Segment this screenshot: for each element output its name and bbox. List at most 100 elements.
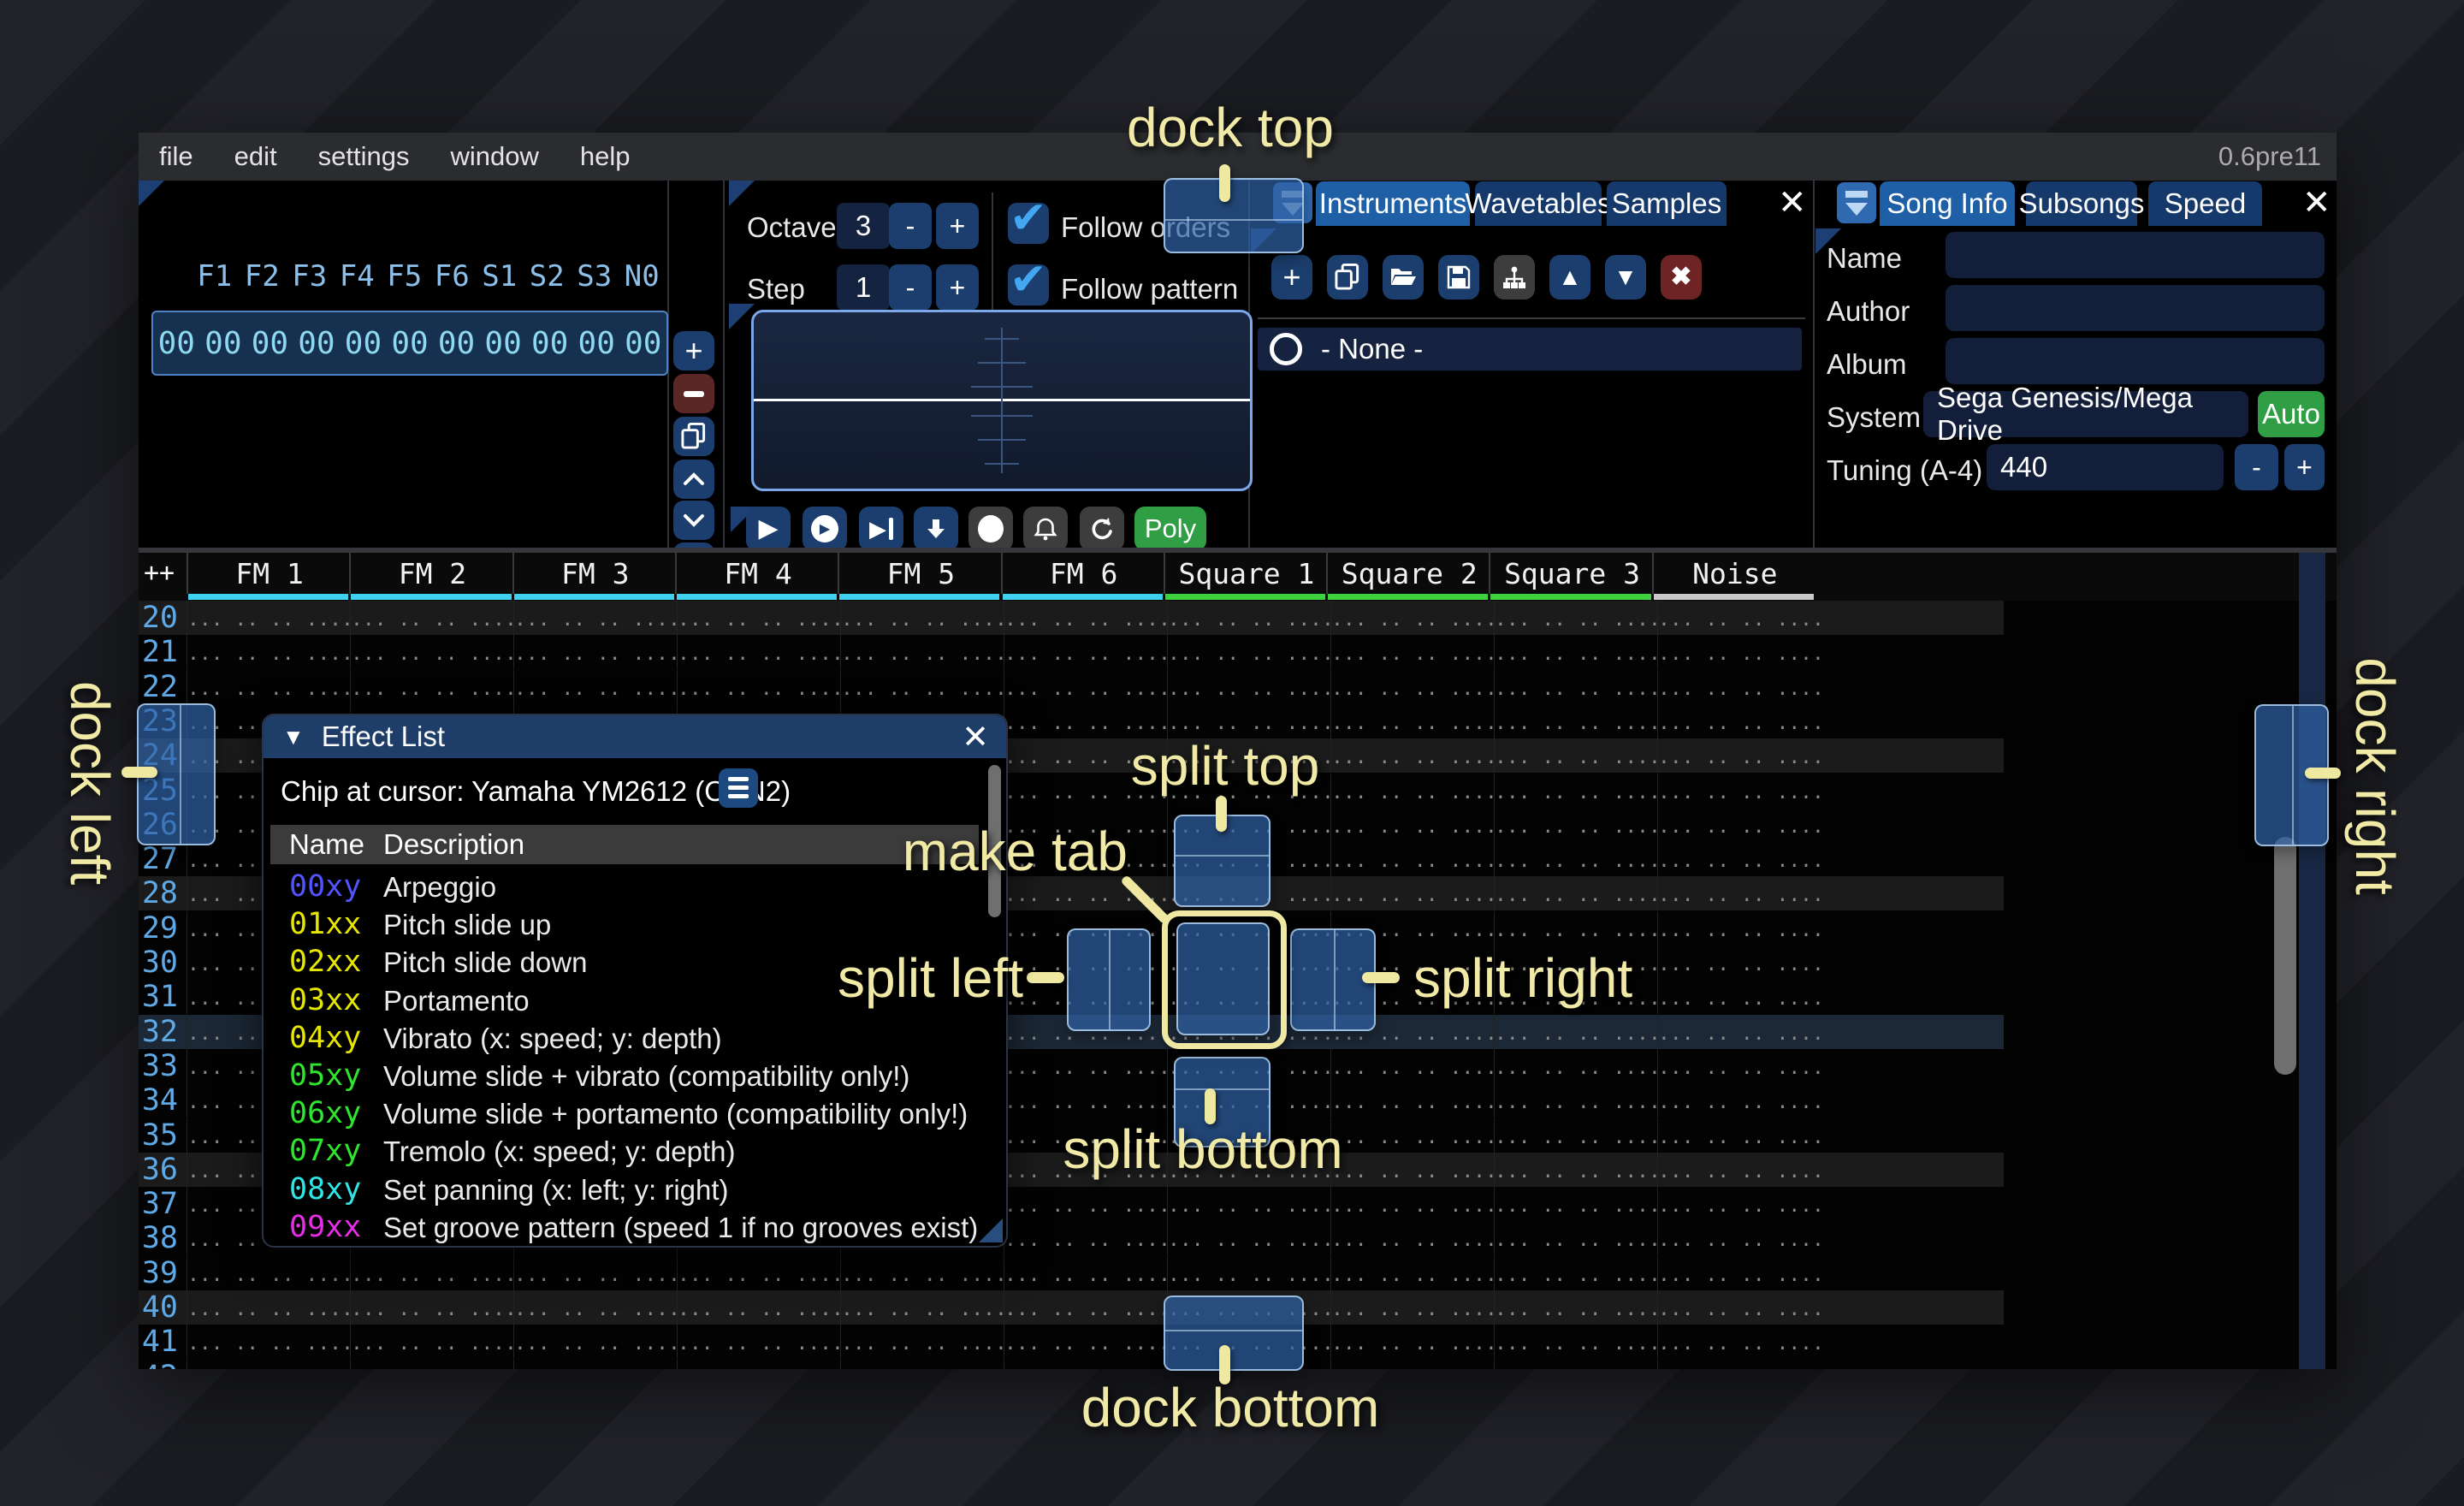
channel-header-fm-2[interactable]: FM 2 [349, 553, 513, 594]
pattern-cell[interactable]: ... .. .. .... [1494, 670, 1657, 704]
pattern-cell[interactable]: ... .. .. .... [1657, 601, 1821, 635]
pattern-cell[interactable]: ... .. .. .... [1657, 911, 1821, 946]
step-row-button[interactable] [914, 507, 958, 551]
effect-list-titlebar[interactable]: ▼ Effect List ✕ [264, 715, 1006, 758]
order-cell[interactable]: 00 [619, 326, 666, 361]
row-number[interactable]: 30 [139, 946, 187, 980]
save-instrument-button[interactable] [1438, 255, 1479, 299]
pattern-cell[interactable]: ... .. .. .... [513, 1290, 677, 1325]
pattern-cell[interactable]: ... .. .. .... [1494, 1290, 1657, 1325]
orders-column-F2[interactable]: F2 [239, 259, 287, 293]
order-row-index[interactable]: 00 [153, 326, 200, 361]
pattern-cell[interactable]: ... .. .. .... [1167, 1187, 1330, 1221]
name-field[interactable] [1946, 232, 2325, 278]
pattern-cell[interactable]: ... .. .. .... [1330, 1360, 1494, 1369]
pattern-cell[interactable]: ... .. .. .... [187, 1360, 350, 1369]
album-field[interactable] [1946, 338, 2325, 384]
poly-button[interactable]: Poly [1134, 507, 1206, 551]
pattern-cell[interactable]: ... .. .. .... [1494, 1325, 1657, 1359]
pattern-cell[interactable]: ... .. .. .... [1494, 601, 1657, 635]
row-number[interactable]: 40 [139, 1290, 187, 1325]
row-number[interactable]: 28 [139, 876, 187, 910]
channel-header-fm-5[interactable]: FM 5 [838, 553, 1002, 594]
pattern-cell[interactable]: ... .. .. .... [1657, 774, 1821, 808]
pattern-cell[interactable]: ... .. .. .... [187, 635, 350, 669]
octave-value[interactable]: 3 [837, 203, 890, 249]
add-instrument-button[interactable]: + [1271, 255, 1312, 299]
pattern-cell[interactable]: ... .. .. .... [677, 635, 840, 669]
pattern-cell[interactable]: ... .. .. .... [1167, 601, 1330, 635]
channel-header-square-2[interactable]: Square 2 [1326, 553, 1490, 594]
pattern-cell[interactable]: ... .. .. .... [1330, 1049, 1494, 1083]
pattern-cell[interactable]: ... .. .. .... [1494, 1256, 1657, 1290]
pattern-cell[interactable]: ... .. .. .... [1330, 1187, 1494, 1221]
pattern-cell[interactable]: ... .. .. .... [1657, 808, 1821, 842]
orders-row[interactable]: 0000000000000000000000 [151, 311, 668, 376]
add-order-button[interactable]: + [673, 331, 714, 371]
pattern-cell[interactable]: ... .. .. .... [1657, 704, 1821, 738]
pattern-cell[interactable]: ... .. .. .... [350, 1256, 513, 1290]
pattern-cell[interactable]: ... .. .. .... [1494, 808, 1657, 842]
channel-header-noise[interactable]: Noise [1652, 553, 1816, 594]
pattern-cell[interactable]: ... .. .. .... [1330, 601, 1494, 635]
row-number[interactable]: 21 [139, 635, 187, 669]
pattern-cell[interactable]: ... .. .. .... [1494, 774, 1657, 808]
record-button[interactable] [968, 507, 1013, 551]
pattern-cell[interactable]: ... .. .. .... [513, 670, 677, 704]
pattern-cell[interactable]: ... .. .. .... [677, 670, 840, 704]
pattern-cell[interactable]: ... .. .. .... [677, 1256, 840, 1290]
collapse-triangle-icon[interactable]: ▼ [282, 724, 305, 750]
tuning-minus-button[interactable]: - [2235, 444, 2278, 490]
pattern-cell[interactable]: ... .. .. .... [1657, 1049, 1821, 1083]
pattern-cell[interactable]: ... .. .. .... [1494, 635, 1657, 669]
pattern-cell[interactable]: ... .. .. .... [1004, 1083, 1167, 1118]
pattern-cell[interactable]: ... .. .. .... [350, 670, 513, 704]
pattern-cell[interactable]: ... .. .. .... [1657, 670, 1821, 704]
pattern-cell[interactable]: ... .. .. .... [1657, 635, 1821, 669]
pattern-cell[interactable]: ... .. .. .... [187, 1290, 350, 1325]
pattern-cell[interactable]: ... .. .. .... [1330, 635, 1494, 669]
pattern-cell[interactable]: ... .. .. .... [1494, 704, 1657, 738]
effect-row[interactable]: 04xyVibrato (x: speed; y: depth) [270, 1019, 989, 1057]
pattern-cell[interactable]: ... .. .. .... [350, 1290, 513, 1325]
instrument-tree-view-button[interactable] [1494, 255, 1535, 299]
duplicate-order-button[interactable] [673, 417, 714, 456]
pattern-cell[interactable]: ... .. .. .... [1657, 842, 1821, 876]
row-number[interactable]: 39 [139, 1256, 187, 1290]
songinfo-close-icon[interactable]: ✕ [2302, 184, 2331, 222]
effect-row[interactable]: 09xxSet groove pattern (speed 1 if no gr… [270, 1208, 989, 1246]
play-button[interactable]: ▶ [746, 507, 791, 551]
pattern-cell[interactable]: ... .. .. .... [1330, 876, 1494, 910]
pattern-cell[interactable]: ... .. .. .... [1167, 704, 1330, 738]
dock-target-top[interactable] [1164, 178, 1304, 253]
tuning-field[interactable]: 440 [1987, 444, 2224, 490]
pattern-cell[interactable]: ... .. .. .... [840, 1290, 1004, 1325]
channel-header-square-1[interactable]: Square 1 [1164, 553, 1328, 594]
order-cell[interactable]: 00 [526, 326, 573, 361]
order-cell[interactable]: 00 [200, 326, 247, 361]
pattern-cell[interactable]: ... .. .. .... [840, 635, 1004, 669]
pattern-cell[interactable]: ... .. .. .... [1494, 876, 1657, 910]
pattern-cell[interactable]: ... .. .. .... [1330, 1153, 1494, 1187]
pattern-cell[interactable]: ... .. .. .... [1004, 1221, 1167, 1255]
step-plus-button[interactable]: + [936, 264, 979, 311]
tab-wavetables[interactable]: Wavetables [1475, 181, 1602, 226]
play-from-cursor-button[interactable]: ▶ [859, 507, 903, 551]
pattern-cell[interactable]: ... .. .. .... [1330, 1118, 1494, 1153]
pattern-cell[interactable]: ... .. .. .... [1657, 738, 1821, 773]
pattern-scrollbar-thumb[interactable] [2274, 837, 2296, 1075]
octave-plus-button[interactable]: + [936, 203, 979, 249]
orders-column-F6[interactable]: F6 [429, 259, 477, 293]
delete-instrument-button[interactable]: ✖ [1661, 255, 1702, 299]
panel-divider[interactable] [723, 181, 725, 548]
step-value[interactable]: 1 [837, 264, 890, 311]
row-number[interactable]: 29 [139, 911, 187, 946]
order-cell[interactable]: 00 [246, 326, 293, 361]
pattern-cell[interactable]: ... .. .. .... [1657, 1187, 1821, 1221]
menu-item-window[interactable]: window [429, 133, 559, 181]
pattern-cell[interactable]: ... .. .. .... [513, 635, 677, 669]
channel-header-fm-6[interactable]: FM 6 [1001, 553, 1165, 594]
pattern-cell[interactable]: ... .. .. .... [1657, 876, 1821, 910]
move-instrument-up-button[interactable]: ▲ [1549, 255, 1590, 299]
tuning-plus-button[interactable]: + [2284, 444, 2325, 490]
